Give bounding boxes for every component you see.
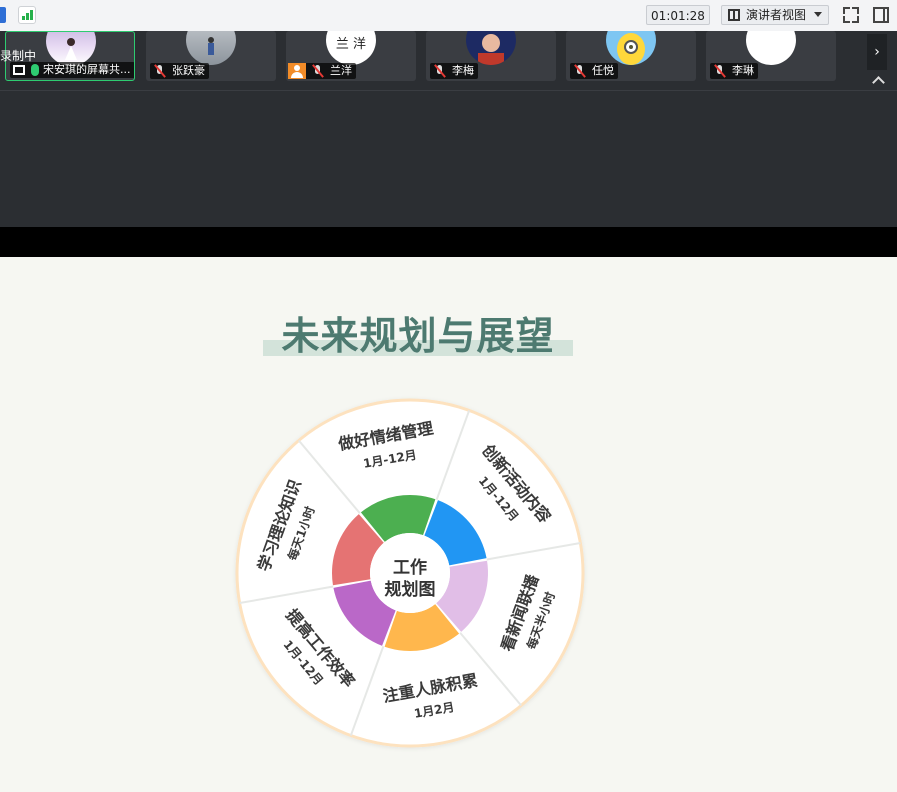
participant-name: 李梅 <box>452 64 474 77</box>
fullscreen-icon[interactable] <box>843 7 859 23</box>
mic-muted-icon <box>574 64 586 78</box>
participant-tile[interactable]: 李梅 <box>426 31 556 81</box>
name-tag: 宋安琪的屏幕共... <box>10 62 134 78</box>
name-tag: 李梅 <box>430 63 478 79</box>
avatar-text: 兰 洋 <box>335 37 367 52</box>
avatar: 兰 洋 <box>326 31 376 65</box>
speaker-view-icon <box>728 9 740 21</box>
participant-name: 宋安琪的屏幕共... <box>43 63 131 76</box>
letterbox-bar <box>0 227 897 257</box>
name-tag: 李琳 <box>710 63 758 79</box>
collapse-strip-icon[interactable] <box>871 75 885 85</box>
participant-name: 张跃豪 <box>172 64 205 77</box>
shared-slide: 未来规划与展望 工作 规划图 做好情绪管理 1月-12月 创新活动内容 1月-12月看… <box>0 257 897 792</box>
work-plan-wheel: 工作 规划图 做好情绪管理1月-12月 创新活动内容1月-12月看新闻联播每天半小… <box>235 398 585 748</box>
screen-share-icon <box>13 65 25 75</box>
meeting-timer: 01:01:28 <box>646 5 710 25</box>
center-label-line1: 工作 <box>393 557 427 578</box>
recording-label: 录制中 <box>0 49 37 63</box>
name-tag: 任悦 <box>570 63 618 79</box>
mic-muted-icon <box>154 64 166 78</box>
name-tag: 兰洋 <box>288 63 356 79</box>
mic-muted-icon <box>434 64 446 78</box>
avatar <box>466 31 516 65</box>
participant-tile[interactable]: 张跃豪 <box>146 31 276 81</box>
view-mode-button[interactable]: 演讲者视图 <box>721 5 829 25</box>
avatar <box>186 31 236 65</box>
name-tag: 张跃豪 <box>150 63 209 79</box>
host-icon <box>288 63 306 79</box>
participant-tile[interactable]: 兰 洋 兰洋 <box>286 31 416 81</box>
chevron-down-icon <box>814 12 822 17</box>
shield-icon[interactable] <box>0 7 6 23</box>
avatar <box>746 31 796 65</box>
avatar <box>606 31 656 65</box>
participant-name: 兰洋 <box>330 64 352 77</box>
signal-icon[interactable] <box>18 6 36 24</box>
next-participants-button[interactable]: › <box>867 34 887 70</box>
participant-name: 任悦 <box>592 64 614 77</box>
mic-muted-icon <box>714 64 726 78</box>
side-panel-icon[interactable] <box>873 7 889 23</box>
participant-strip: 宋安琪的屏幕共... 录制中 张跃豪 兰 洋 兰洋 李梅 任悦 李琳 › <box>0 31 897 92</box>
mic-muted-icon <box>312 64 324 78</box>
mic-on-icon <box>31 64 39 76</box>
participant-name: 李琳 <box>732 64 754 77</box>
avatar <box>46 32 96 66</box>
participant-tile[interactable]: 李琳 <box>706 31 836 81</box>
participant-tile[interactable]: 任悦 <box>566 31 696 81</box>
top-toolbar: 01:01:28 演讲者视图 <box>0 0 897 32</box>
center-label-line2: 规划图 <box>385 579 436 600</box>
view-mode-label: 演讲者视图 <box>746 8 807 22</box>
video-area <box>0 91 897 227</box>
